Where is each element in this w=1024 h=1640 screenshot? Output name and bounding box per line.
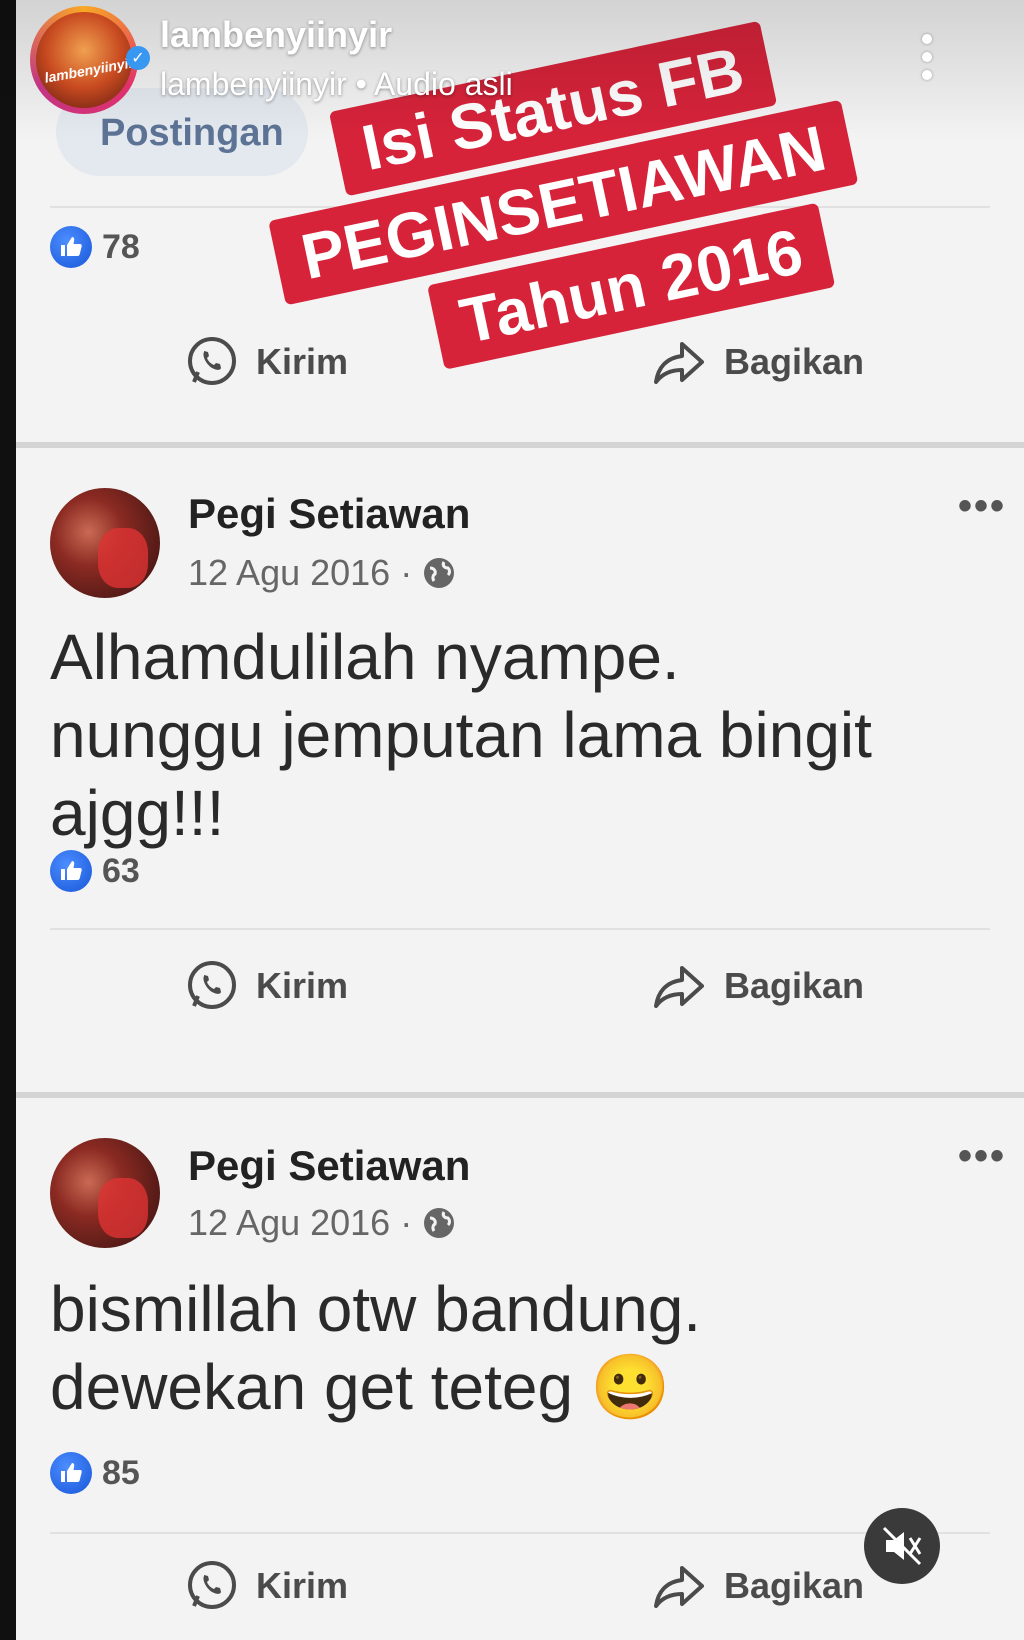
send-button[interactable]: Kirim [184,958,348,1014]
post-text-line: dewekan get teteg 😀 [50,1351,671,1423]
post-text-line: ajgg!!! [50,777,225,849]
like-icon [50,226,92,268]
whatsapp-icon [188,337,236,385]
author-avatar[interactable] [50,488,160,598]
globe-icon [424,558,455,588]
send-label: Kirim [256,965,349,1006]
more-icon[interactable]: ••• [958,484,1006,529]
divider-line [50,1532,990,1534]
post-text-line: bismillah otw bandung. [50,1273,702,1345]
author-name[interactable]: Pegi Setiawan [188,490,470,538]
send-label: Kirim [256,1565,349,1606]
like-count: 63 [102,851,140,890]
share-button[interactable]: Bagikan [652,1558,864,1614]
audio-subtitle[interactable]: lambenyiinyir • Audio asli [160,66,513,103]
globe-icon [424,1208,455,1238]
post-text: bismillah otw bandung. dewekan get teteg… [50,1270,701,1426]
like-count: 78 [102,227,140,266]
like-count: 85 [102,1453,140,1492]
screenshot-frame: Postingan 78 Kirim Bagikan Pegi Setiawan… [16,0,1024,1640]
like-icon [50,1452,92,1494]
avatar-image: lambenyiinyir [36,12,132,108]
username[interactable]: lambenyiinyir [160,14,392,56]
whatsapp-icon [188,961,236,1009]
share-label: Bagikan [724,1565,865,1606]
post-date: 12 Agu 2016 · [188,1202,456,1244]
kebab-icon[interactable] [922,34,932,80]
avatar-text: lambenyiinyir [43,54,132,86]
share-button[interactable]: Bagikan [652,958,864,1014]
send-button[interactable]: Kirim [184,1558,348,1614]
like-icon [50,850,92,892]
reaction-row[interactable]: 78 [50,226,140,268]
post-text-line: Alhamdulilah nyampe. [50,621,680,693]
mute-icon[interactable] [864,1508,940,1584]
date-text: 12 Agu 2016 · [188,1202,413,1243]
post-text: Alhamdulilah nyampe. nunggu jemputan lam… [50,618,872,852]
post-text-line: nunggu jemputan lama bingit [50,699,872,771]
post-date: 12 Agu 2016 · [188,552,456,594]
reaction-row[interactable]: 63 [50,850,140,892]
divider-line [50,928,990,930]
share-label: Bagikan [724,965,865,1006]
date-text: 12 Agu 2016 · [188,552,413,593]
verified-icon: ✓ [126,46,150,70]
reaction-row[interactable]: 85 [50,1452,140,1494]
author-avatar[interactable] [50,1138,160,1248]
author-name[interactable]: Pegi Setiawan [188,1142,470,1190]
whatsapp-icon [188,1561,236,1609]
profile-avatar[interactable]: lambenyiinyir ✓ [30,6,150,114]
post-card: Pegi Setiawan 12 Agu 2016 · ••• Alhamdul… [16,448,1024,1092]
more-icon[interactable]: ••• [958,1134,1006,1179]
share-icon [654,966,704,1008]
reel-header: lambenyiinyir ✓ lambenyiinyir lambenyiin… [0,0,1024,140]
share-icon [654,1566,704,1608]
